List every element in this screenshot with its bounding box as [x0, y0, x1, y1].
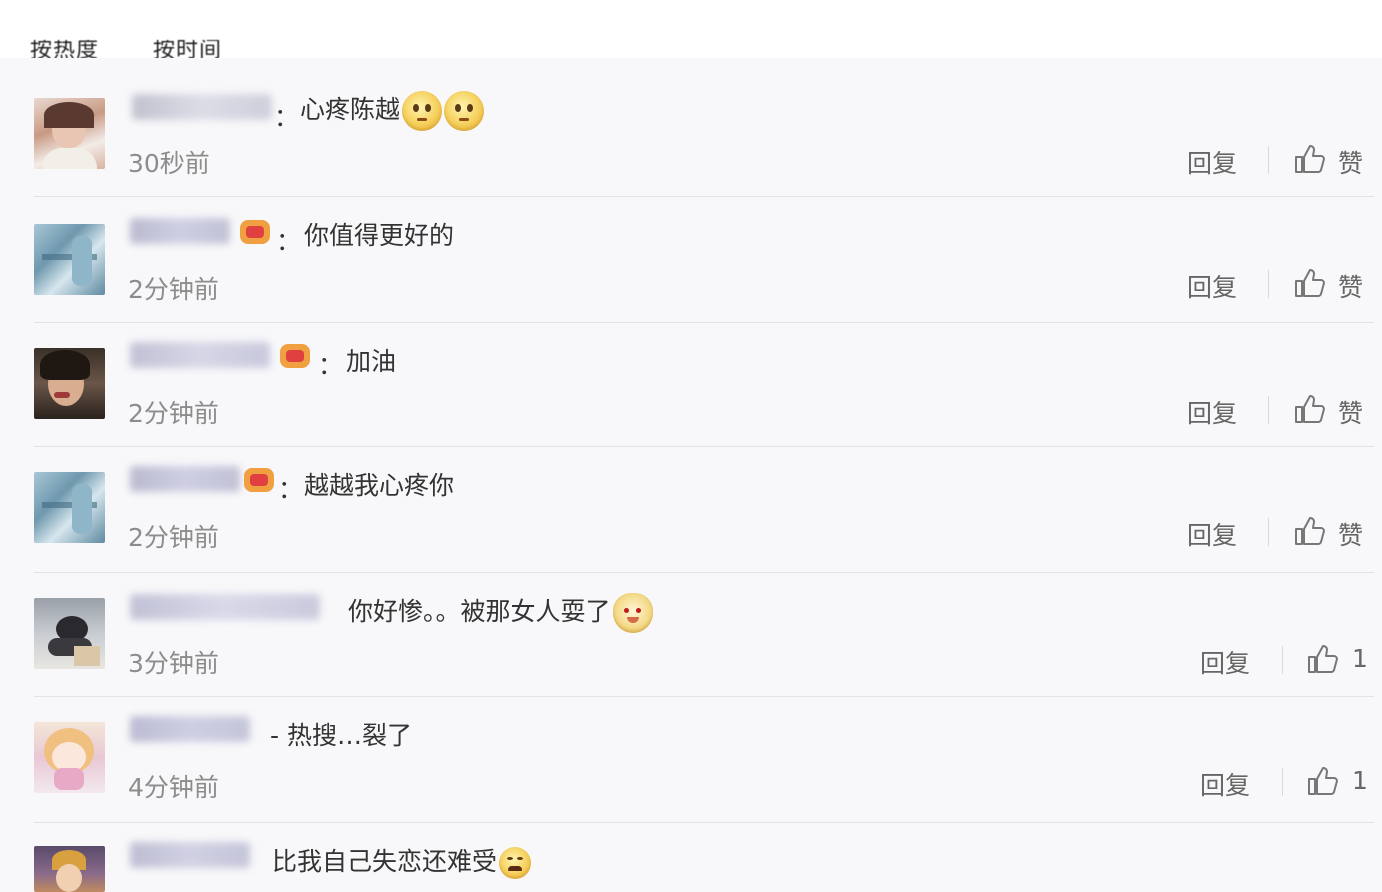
- action-separator: [1268, 518, 1269, 546]
- colon: ：: [276, 227, 302, 256]
- comment-item: ： 心疼陈越 30秒前 回复 赞: [0, 68, 1382, 194]
- action-separator: [1282, 646, 1283, 674]
- colon: ：: [278, 475, 304, 504]
- nickname-blurred[interactable]: [130, 594, 320, 620]
- reply-button[interactable]: 回复: [1187, 144, 1237, 180]
- comment-text: 你值得更好的: [304, 216, 454, 252]
- comment-text-content: 心疼陈越: [300, 95, 401, 124]
- comment-text: 越越我心疼你: [304, 466, 454, 502]
- comment-item: ： 越越我心疼你 2分钟前 回复 赞: [0, 444, 1382, 570]
- like-label[interactable]: 赞: [1338, 394, 1363, 430]
- comment-text-content: 加油: [346, 347, 397, 376]
- nickname-blurred[interactable]: [132, 94, 272, 120]
- reply-button[interactable]: 回复: [1187, 394, 1237, 430]
- nickname-blurred[interactable]: [130, 342, 270, 368]
- action-separator: [1282, 768, 1283, 796]
- colon: ：: [318, 351, 344, 380]
- comment-item: - 热搜…裂了 4分钟前 回复 1: [0, 694, 1382, 820]
- comment-item: 比我自己失恋还难受: [0, 820, 1382, 892]
- reply-button[interactable]: 回复: [1187, 516, 1237, 552]
- comment-text-content: 你值得更好的: [304, 221, 455, 250]
- thumbs-up-icon[interactable]: [1293, 142, 1327, 176]
- thumbs-up-icon[interactable]: [1293, 392, 1327, 426]
- reply-button[interactable]: 回复: [1200, 644, 1250, 680]
- like-label[interactable]: 赞: [1338, 516, 1363, 552]
- reply-button[interactable]: 回复: [1187, 268, 1237, 304]
- dog-emoji-icon: [612, 593, 653, 633]
- like-label[interactable]: 赞: [1338, 144, 1363, 180]
- comment-time: 2分钟前: [128, 275, 219, 304]
- action-separator: [1268, 146, 1269, 174]
- nickname-blurred[interactable]: [130, 716, 250, 742]
- comment-text-content: - 热搜…裂了: [270, 721, 412, 750]
- avatar[interactable]: [34, 472, 105, 543]
- avatar[interactable]: [34, 348, 105, 419]
- avatar[interactable]: [34, 224, 105, 295]
- comment-time: 4分钟前: [128, 773, 219, 802]
- reply-button[interactable]: 回复: [1200, 766, 1250, 802]
- comment-time: 2分钟前: [128, 523, 219, 552]
- vip-badge-icon: [278, 338, 312, 370]
- sort-tab-time[interactable]: 按时间: [153, 40, 222, 60]
- avatar[interactable]: [34, 722, 105, 793]
- sort-tab-hot[interactable]: 按热度: [30, 40, 99, 60]
- like-count[interactable]: 1: [1352, 766, 1368, 795]
- comment-text: 心疼陈越: [300, 90, 485, 131]
- comment-item: ： 你值得更好的 2分钟前 回复 赞: [0, 194, 1382, 320]
- comment-text: 加油: [346, 342, 396, 378]
- comment-text-content: 你好惨。。被那女人耍了: [348, 597, 611, 626]
- top-strip: 按热度 按时间: [0, 0, 1382, 60]
- comment-time: 2分钟前: [128, 399, 219, 428]
- comment-text-content: 比我自己失恋还难受: [272, 847, 498, 876]
- comment-time: 3分钟前: [128, 649, 219, 678]
- comment-text: 你好惨。。被那女人耍了: [348, 592, 653, 633]
- colon: ：: [274, 103, 300, 132]
- smile-emoji-icon: [402, 91, 443, 131]
- comment-time: 30秒前: [128, 149, 210, 178]
- vip-badge-icon: [238, 214, 272, 246]
- thumbs-up-icon[interactable]: [1293, 514, 1327, 548]
- thumbs-up-icon[interactable]: [1306, 764, 1340, 798]
- comment-text-content: 越越我心疼你: [304, 471, 455, 500]
- nickname-blurred[interactable]: [130, 466, 240, 492]
- vip-badge-icon: [242, 462, 276, 494]
- avatar[interactable]: [34, 846, 105, 892]
- like-count[interactable]: 1: [1352, 644, 1368, 673]
- nickname-blurred[interactable]: [130, 218, 230, 244]
- sort-tabs-cut: 按热度 按时间: [30, 40, 268, 60]
- avatar[interactable]: [34, 98, 105, 169]
- comment-list: ： 心疼陈越 30秒前 回复 赞 ： 你值得更好的 2分钟前 回复 赞 ： 加油…: [0, 58, 1382, 892]
- thumbs-up-icon[interactable]: [1306, 642, 1340, 676]
- like-label[interactable]: 赞: [1338, 268, 1363, 304]
- thumbs-up-icon[interactable]: [1293, 266, 1327, 300]
- nickname-blurred[interactable]: [130, 842, 250, 868]
- action-separator: [1268, 396, 1269, 424]
- comment-item: 你好惨。。被那女人耍了 3分钟前 回复 1: [0, 570, 1382, 696]
- comment-text: 比我自己失恋还难受: [272, 842, 532, 879]
- sad-emoji-icon: [499, 847, 532, 879]
- comment-text: - 热搜…裂了: [270, 716, 412, 752]
- comment-item: ： 加油 2分钟前 回复 赞: [0, 320, 1382, 446]
- action-separator: [1268, 270, 1269, 298]
- avatar[interactable]: [34, 598, 105, 669]
- smile-emoji-icon: [444, 91, 485, 131]
